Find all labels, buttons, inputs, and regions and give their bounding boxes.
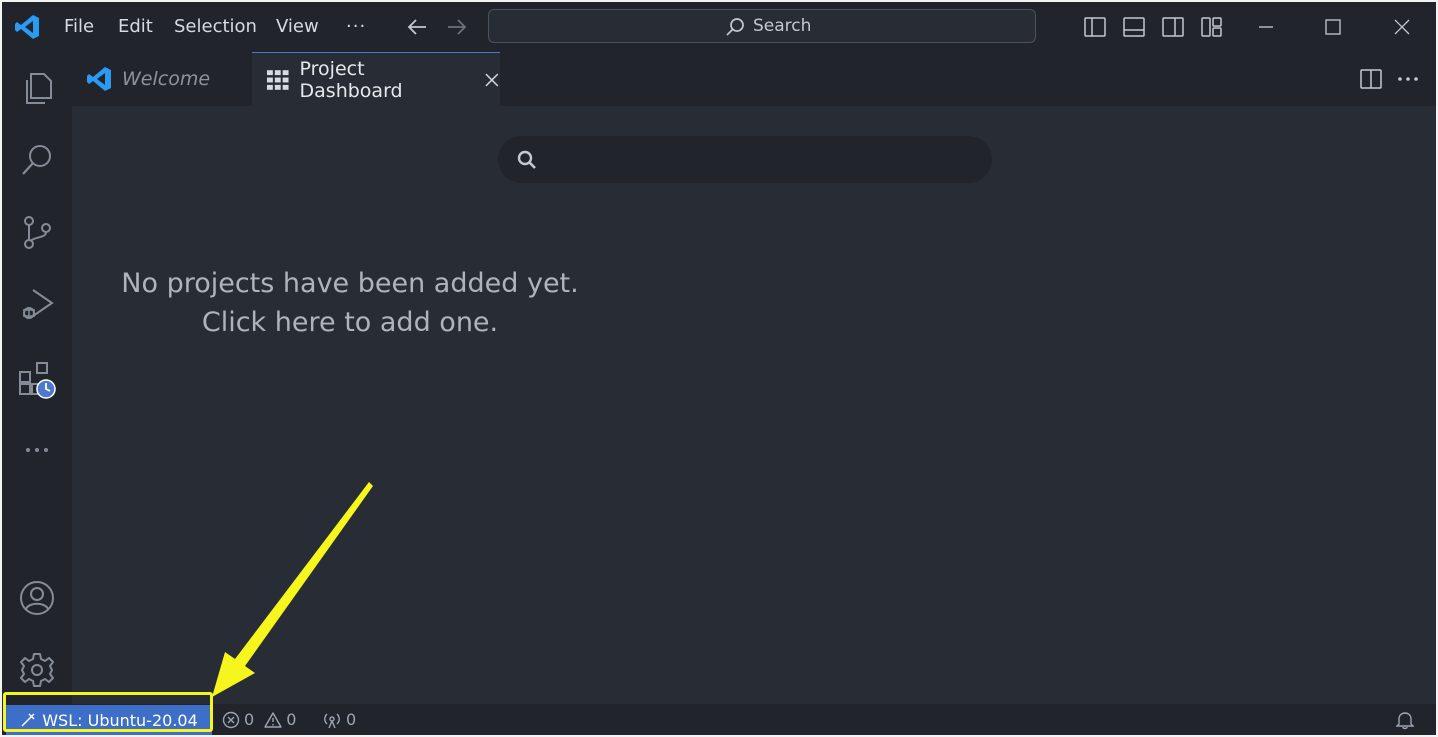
activity-remote-explorer[interactable] xyxy=(15,358,59,402)
split-editor-icon[interactable] xyxy=(1360,69,1382,89)
activity-accounts[interactable] xyxy=(15,576,59,620)
remote-label: WSL: Ubuntu-20.04 xyxy=(42,710,198,730)
gear-icon xyxy=(20,653,54,687)
ports-count: 0 xyxy=(346,710,357,729)
source-control-icon xyxy=(24,216,51,249)
forward-arrow-icon[interactable] xyxy=(446,17,468,37)
dashboard-search-input[interactable] xyxy=(498,136,992,183)
title-bar: File Edit Selection View ··· Search xyxy=(2,2,1436,52)
activity-search[interactable] xyxy=(15,138,59,182)
remote-icon xyxy=(21,713,35,727)
minimize-button[interactable] xyxy=(1246,2,1286,52)
menu-edit[interactable]: Edit xyxy=(118,2,153,52)
more-actions-icon[interactable] xyxy=(1396,75,1420,83)
grid-icon xyxy=(266,69,289,90)
customize-layout-icon[interactable] xyxy=(1201,17,1223,37)
remote-explorer-icon xyxy=(19,362,56,399)
menu-selection[interactable]: Selection xyxy=(174,2,257,52)
maximize-icon xyxy=(1325,19,1341,35)
activity-more[interactable] xyxy=(15,428,59,472)
warning-count: 0 xyxy=(286,710,297,729)
search-icon xyxy=(517,150,536,169)
problems-indicator[interactable]: 0 0 xyxy=(222,704,296,735)
empty-message-line1: No projects have been added yet. xyxy=(121,268,579,299)
editor-area: No projects have been added yet. Click h… xyxy=(72,106,1436,704)
vscode-logo-icon xyxy=(87,67,111,91)
menu-view[interactable]: View xyxy=(276,2,319,52)
activity-explorer[interactable] xyxy=(15,66,59,110)
toggle-panel-icon[interactable] xyxy=(1123,17,1145,37)
menu-file[interactable]: File xyxy=(64,2,94,52)
tab-welcome[interactable]: Welcome xyxy=(72,52,252,106)
status-bar: WSL: Ubuntu-20.04 0 0 0 xyxy=(2,704,1436,735)
close-button[interactable] xyxy=(1382,2,1422,52)
vscode-logo-icon xyxy=(15,15,39,39)
search-icon xyxy=(726,18,744,36)
add-project-prompt[interactable]: No projects have been added yet. Click h… xyxy=(112,264,588,342)
tab-project-dashboard-label: Project Dashboard xyxy=(299,57,403,102)
minimize-icon xyxy=(1259,26,1273,28)
error-icon xyxy=(222,711,240,728)
more-icon xyxy=(26,448,48,452)
files-icon xyxy=(26,73,52,104)
tab-project-dashboard[interactable]: Project Dashboard xyxy=(252,52,500,106)
search-label: Search xyxy=(753,16,812,36)
vscode-window: File Edit Selection View ··· Search Welc… xyxy=(2,2,1436,735)
command-center-search[interactable]: Search xyxy=(488,9,1036,43)
empty-message-line2: Click here to add one. xyxy=(201,307,499,338)
menu-more[interactable]: ··· xyxy=(346,2,366,52)
remote-indicator-button[interactable]: WSL: Ubuntu-20.04 xyxy=(6,705,212,735)
broadcast-icon xyxy=(324,713,340,728)
ports-indicator[interactable]: 0 xyxy=(322,704,356,735)
tab-bar: Welcome Project Dashboard xyxy=(72,52,1436,106)
bell-icon[interactable] xyxy=(1396,710,1414,730)
account-icon xyxy=(20,581,54,615)
close-tab-icon[interactable] xyxy=(484,72,500,88)
error-count: 0 xyxy=(244,710,255,729)
close-icon xyxy=(1394,19,1410,35)
run-debug-icon xyxy=(23,289,54,319)
activity-run-debug[interactable] xyxy=(15,282,59,326)
warning-icon xyxy=(264,711,282,728)
back-arrow-icon[interactable] xyxy=(406,17,428,37)
search-icon xyxy=(22,145,51,175)
editor-actions xyxy=(1360,52,1420,106)
tab-welcome-label: Welcome xyxy=(122,68,211,90)
activity-source-control[interactable] xyxy=(15,210,59,254)
toggle-secondary-sidebar-icon[interactable] xyxy=(1162,17,1184,37)
toggle-primary-sidebar-icon[interactable] xyxy=(1084,17,1106,37)
activity-manage[interactable] xyxy=(15,648,59,692)
activity-bar xyxy=(2,52,72,704)
maximize-button[interactable] xyxy=(1313,2,1353,52)
